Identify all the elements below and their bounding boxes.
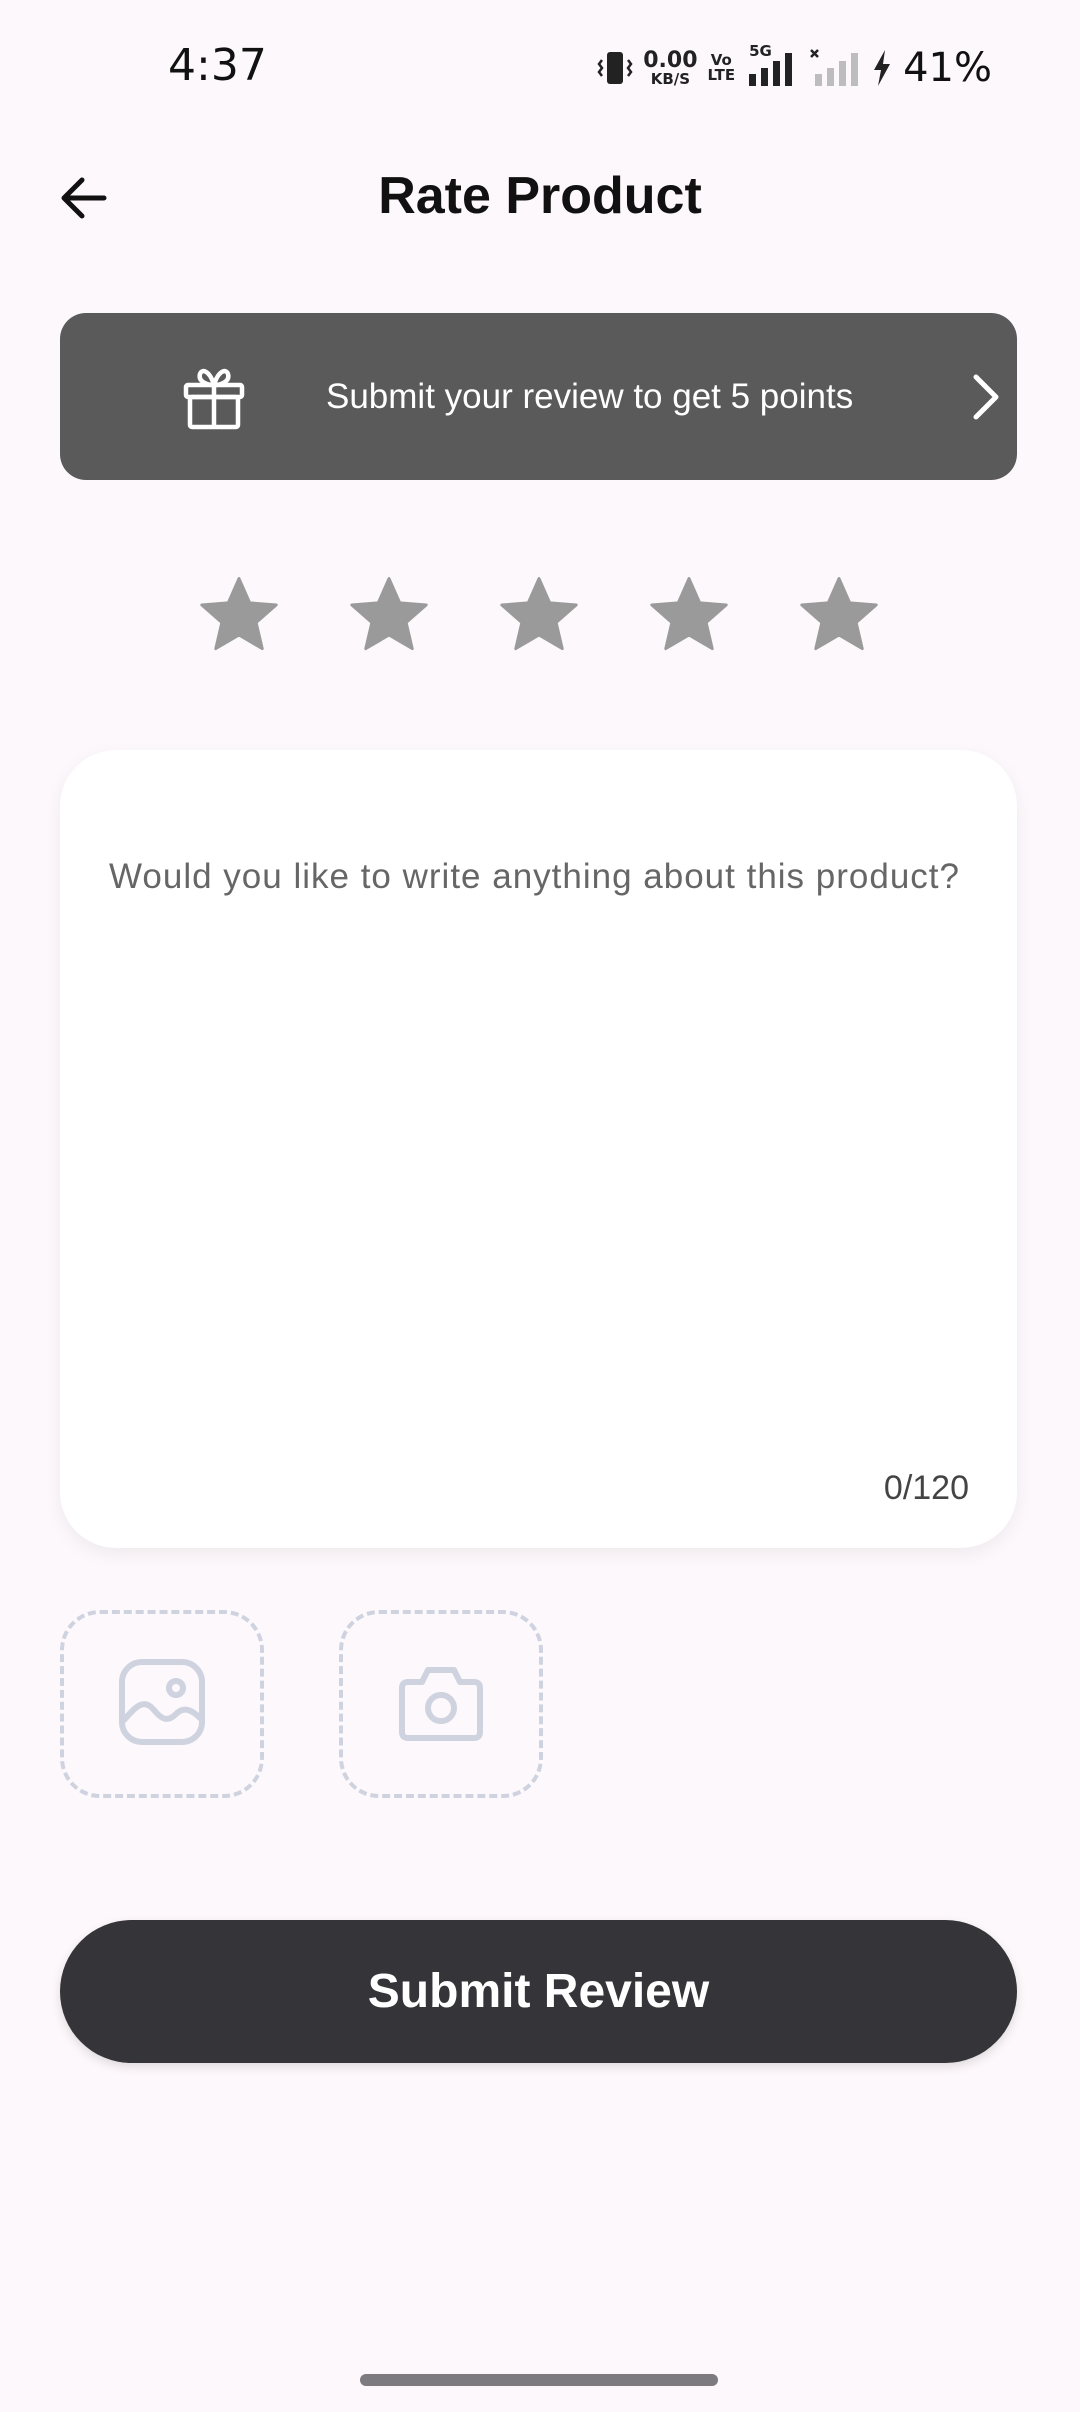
charging-icon (871, 48, 893, 88)
star-3-icon[interactable] (496, 572, 582, 658)
battery-percent: 41% (903, 45, 992, 91)
gift-icon (180, 363, 248, 436)
signal-5g-icon: 5G (745, 42, 799, 88)
chevron-right-icon (968, 371, 1004, 428)
vibrate-icon (597, 48, 633, 88)
points-promo-banner[interactable]: Submit your review to get 5 points (60, 313, 1017, 480)
network-speed-value: 0.00 (643, 47, 698, 73)
status-bar: 4:37 0.00 KB/S Vo LTE 5G 41% (0, 0, 1080, 136)
signal-no-service-icon (809, 48, 861, 88)
add-photo-button[interactable] (60, 1610, 264, 1798)
review-placeholder: Would you like to write anything about t… (109, 857, 960, 896)
star-5-icon[interactable] (796, 572, 882, 658)
status-time: 4:37 (168, 40, 267, 91)
network-speed: 0.00 KB/S (643, 47, 698, 88)
header: Rate Product (0, 136, 1080, 256)
promo-text: Submit your review to get 5 points (326, 376, 854, 416)
image-icon (118, 1658, 206, 1751)
network-speed-unit: KB/S (650, 69, 691, 88)
review-textarea[interactable]: Would you like to write anything about t… (60, 750, 1017, 1548)
take-photo-button[interactable] (339, 1610, 543, 1798)
star-1-icon[interactable] (196, 572, 282, 658)
submit-review-button[interactable]: Submit Review (60, 1920, 1017, 2063)
character-counter: 0/120 (883, 1469, 969, 1507)
page-title: Rate Product (378, 167, 702, 225)
home-indicator[interactable] (360, 2374, 718, 2386)
network-type-label: 5G (749, 42, 772, 60)
volte-bottom: LTE (707, 66, 736, 84)
camera-icon (398, 1662, 484, 1747)
star-4-icon[interactable] (646, 572, 732, 658)
status-icons: 0.00 KB/S Vo LTE 5G 41% (597, 42, 992, 94)
star-rating (0, 572, 1080, 662)
star-2-icon[interactable] (346, 572, 432, 658)
volte-indicator: Vo LTE (708, 53, 736, 83)
